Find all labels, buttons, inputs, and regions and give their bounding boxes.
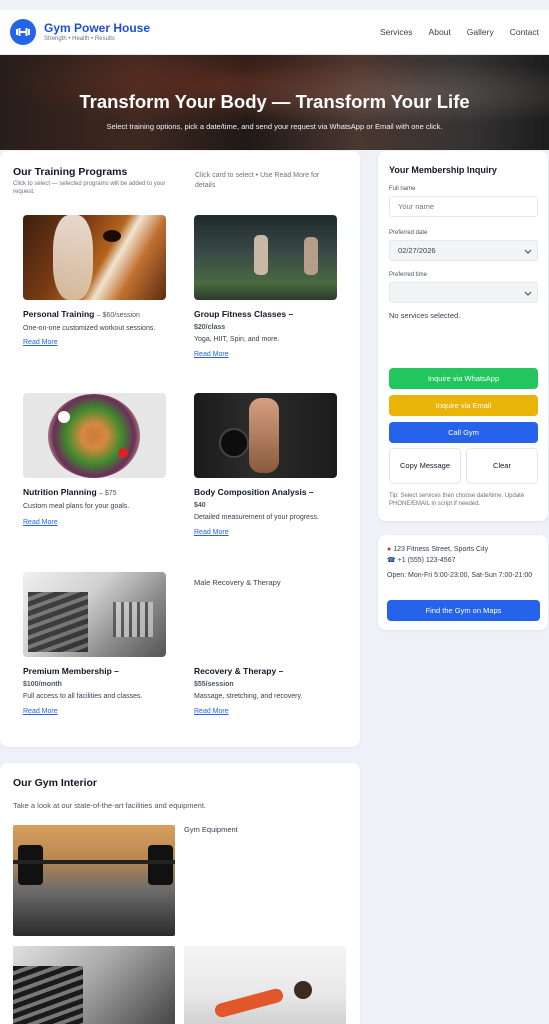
program-card-premium-membership[interactable]: Premium Membership – $100/month Full acc…: [23, 572, 167, 715]
program-card-recovery-therapy[interactable]: Male Recovery & Therapy Recovery & Thera…: [194, 572, 338, 715]
interior-photo-4[interactable]: [184, 946, 346, 1024]
time-select[interactable]: [389, 282, 538, 303]
recovery-desc: Massage, stretching, and recovery.: [194, 693, 303, 700]
inquiry-tip: Tip: Select services then choose date/ti…: [389, 493, 525, 507]
training-programs-section: Our Training Programs Click to select — …: [0, 151, 360, 747]
chevron-down-icon: [524, 249, 532, 254]
dumbbell-logo-icon[interactable]: [10, 19, 36, 45]
time-label: Preferred time: [389, 272, 428, 278]
recovery-title: Recovery & Therapy –: [194, 666, 284, 676]
nav-contact[interactable]: Contact: [510, 27, 539, 37]
nav-gallery[interactable]: Gallery: [467, 27, 494, 37]
whatsapp-inquiry-button[interactable]: Inquire via WhatsApp: [389, 368, 538, 389]
call-gym-button[interactable]: Call Gym: [389, 422, 538, 443]
nutrition-desc: Custom meal plans for your goals.: [23, 503, 130, 510]
group-fitness-price: $20/class: [194, 324, 226, 331]
recovery-image-broken: Male Recovery & Therapy: [194, 572, 337, 657]
program-card-personal-training[interactable]: Personal Training – $60/session One-on-o…: [23, 215, 167, 346]
find-on-maps-button[interactable]: Find the Gym on Maps: [387, 600, 540, 621]
nutrition-read-more[interactable]: Read More: [23, 519, 167, 526]
programs-hint-right: Click card to select • Use Read More for…: [195, 172, 320, 189]
nutrition-image: [23, 393, 166, 478]
membership-inquiry-panel: Your Membership Inquiry Full name Prefer…: [378, 151, 548, 521]
program-card-body-composition[interactable]: Body Composition Analysis – $40 Detailed…: [194, 393, 338, 536]
nav-about[interactable]: About: [429, 27, 451, 37]
programs-hint-left: Click to select — selected programs will…: [13, 181, 166, 195]
phone-text[interactable]: +1 (555) 123-4567: [398, 557, 456, 564]
map-pin-icon: ●: [387, 546, 392, 553]
interior-photo-3[interactable]: [13, 946, 175, 1024]
hero-subtitle: Select training options, pick a date/tim…: [106, 122, 443, 131]
hours-text: Open: Mon-Fri 5:00-23:00, Sat-Sun 7:00-2…: [387, 572, 533, 579]
date-label: Preferred date: [389, 230, 428, 236]
body-composition-image: [194, 393, 337, 478]
recovery-image-alt: Male Recovery & Therapy: [194, 578, 281, 587]
nutrition-title: Nutrition Planning: [23, 487, 97, 497]
date-select[interactable]: 02/27/2026: [389, 240, 538, 261]
clear-button[interactable]: Clear: [466, 448, 538, 484]
personal-training-desc: One-on-one customized workout sessions.: [23, 325, 156, 332]
hero-title: Transform Your Body — Transform Your Lif…: [79, 91, 470, 112]
gym-interior-section: Our Gym Interior Take a look at our stat…: [0, 763, 360, 1024]
group-fitness-title: Group Fitness Classes –: [194, 309, 294, 319]
group-fitness-read-more[interactable]: Read More: [194, 351, 338, 358]
hero-banner: Transform Your Body — Transform Your Lif…: [0, 55, 549, 150]
inquiry-title: Your Membership Inquiry: [389, 165, 497, 175]
premium-membership-image: [23, 572, 166, 657]
personal-training-price: – $60/session: [96, 312, 140, 319]
full-name-input[interactable]: [389, 196, 538, 217]
premium-membership-title: Premium Membership –: [23, 666, 119, 676]
group-fitness-image: [194, 215, 337, 300]
personal-training-title: Personal Training: [23, 309, 95, 319]
body-composition-title: Body Composition Analysis –: [194, 487, 314, 497]
nav-services[interactable]: Services: [380, 27, 413, 37]
interior-photo-2-alt: Gym Equipment: [184, 825, 238, 834]
brand-tagline: Strength • Health • Results: [44, 35, 115, 42]
chevron-down-icon: [524, 291, 532, 296]
interior-photo-1[interactable]: [13, 825, 175, 936]
body-composition-price: $40: [194, 502, 206, 509]
full-name-label: Full name: [389, 186, 416, 192]
premium-membership-read-more[interactable]: Read More: [23, 708, 167, 715]
personal-training-read-more[interactable]: Read More: [23, 339, 167, 346]
address-text: 123 Fitness Street, Sports City: [393, 546, 489, 553]
personal-training-image: [23, 215, 166, 300]
site-header: Gym Power House Strength • Health • Resu…: [0, 10, 549, 55]
main-nav: Services About Gallery Contact: [380, 27, 539, 37]
body-composition-read-more[interactable]: Read More: [194, 529, 338, 536]
brand-name[interactable]: Gym Power House: [44, 21, 150, 35]
copy-message-button[interactable]: Copy Message: [389, 448, 461, 484]
program-card-nutrition[interactable]: Nutrition Planning – $75 Custom meal pla…: [23, 393, 167, 526]
date-value: 02/27/2026: [398, 246, 436, 255]
recovery-price: $55/session: [194, 681, 234, 688]
programs-title: Our Training Programs: [13, 166, 128, 178]
email-inquiry-button[interactable]: Inquire via Email: [389, 395, 538, 416]
recovery-read-more[interactable]: Read More: [194, 708, 338, 715]
premium-membership-desc: Full access to all facilities and classe…: [23, 693, 143, 700]
program-card-group-fitness[interactable]: Group Fitness Classes – $20/class Yoga, …: [194, 215, 338, 358]
group-fitness-desc: Yoga, HIIT, Spin, and more.: [194, 336, 280, 343]
nutrition-price: – $75: [99, 490, 117, 497]
interior-subtitle: Take a look at our state-of-the-art faci…: [13, 801, 207, 810]
phone-icon: ☎: [387, 557, 396, 564]
selected-services-text: No services selected.: [389, 311, 461, 320]
body-composition-desc: Detailed measurement of your progress.: [194, 514, 319, 521]
interior-title: Our Gym Interior: [13, 777, 98, 789]
contact-panel: ● 123 Fitness Street, Sports City ☎ +1 (…: [378, 535, 548, 630]
premium-membership-price: $100/month: [23, 681, 62, 688]
